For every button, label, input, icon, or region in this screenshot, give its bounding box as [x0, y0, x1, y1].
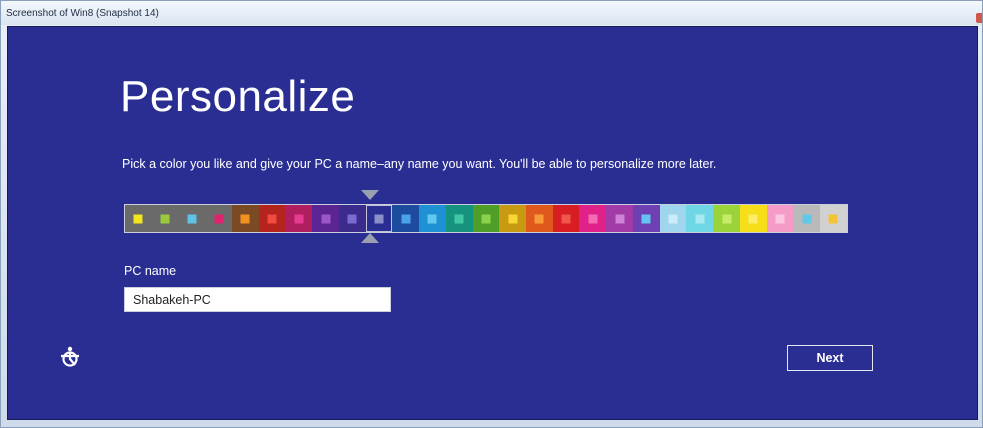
color-swatch[interactable]: [579, 205, 607, 232]
color-swatch-dot: [534, 214, 544, 223]
color-swatch[interactable]: [686, 205, 714, 232]
color-swatch-dot: [160, 214, 170, 223]
color-swatch-dot: [775, 214, 785, 223]
color-swatch-dot: [401, 214, 411, 223]
title-bar: Screenshot of Win8 (Snapshot 14): [1, 1, 982, 25]
pc-name-label: PC name: [124, 264, 177, 278]
window-title: Screenshot of Win8 (Snapshot 14): [6, 8, 159, 19]
color-swatch-dot: [321, 214, 330, 223]
color-swatch[interactable]: [419, 205, 446, 232]
color-swatch[interactable]: [552, 205, 580, 232]
color-swatch-dot: [133, 214, 143, 223]
color-swatch-dot: [454, 214, 464, 223]
color-swatch-dot: [722, 214, 732, 223]
color-swatch[interactable]: [793, 205, 821, 232]
pc-name-field[interactable]: [124, 287, 391, 312]
color-swatch[interactable]: [365, 205, 393, 232]
color-swatch[interactable]: [178, 205, 206, 232]
color-swatch[interactable]: [285, 205, 313, 232]
color-swatch-dot: [802, 214, 812, 223]
color-swatch-dot: [214, 214, 224, 223]
color-swatch-dot: [347, 214, 357, 223]
color-swatch-dot: [668, 214, 678, 223]
color-swatch[interactable]: [231, 205, 259, 232]
color-swatch[interactable]: [125, 205, 152, 232]
color-palette[interactable]: [124, 204, 848, 233]
color-swatch-dot: [695, 214, 705, 223]
color-swatch[interactable]: [205, 205, 232, 232]
color-swatch-dot: [828, 214, 838, 223]
color-swatch[interactable]: [739, 205, 767, 232]
color-swatch-dot: [427, 214, 437, 223]
close-icon[interactable]: [976, 13, 982, 23]
color-swatch-dot: [187, 214, 197, 223]
color-swatch[interactable]: [526, 205, 553, 232]
instruction-text: Pick a color you like and give your PC a…: [122, 157, 717, 171]
color-swatch[interactable]: [338, 205, 366, 232]
color-swatch[interactable]: [151, 205, 179, 232]
color-swatch[interactable]: [445, 205, 473, 232]
ease-of-access-icon[interactable]: [58, 345, 82, 369]
color-swatch[interactable]: [820, 205, 847, 232]
color-swatch-dot: [588, 214, 598, 223]
next-button[interactable]: Next: [787, 345, 873, 371]
color-swatch[interactable]: [632, 205, 660, 232]
color-swatch[interactable]: [499, 205, 527, 232]
color-swatch[interactable]: [392, 205, 420, 232]
color-swatch-dot: [294, 214, 304, 223]
color-swatch[interactable]: [766, 205, 794, 232]
color-swatch-dot: [641, 214, 651, 223]
color-swatch[interactable]: [258, 205, 286, 232]
color-swatch[interactable]: [472, 205, 500, 232]
color-swatch-dot: [267, 214, 277, 223]
color-swatch[interactable]: [606, 205, 633, 232]
page-title: Personalize: [120, 72, 356, 121]
color-swatch[interactable]: [312, 205, 339, 232]
setup-screen: Personalize Pick a color you like and gi…: [7, 26, 978, 420]
color-swatch-dot: [240, 214, 250, 223]
color-swatch-dot: [481, 214, 491, 223]
color-swatch[interactable]: [659, 205, 687, 232]
color-swatch-dot: [374, 214, 384, 223]
color-swatch-dot: [615, 214, 625, 223]
color-swatch-dot: [508, 214, 518, 223]
color-swatch[interactable]: [713, 205, 740, 232]
color-swatch-dot: [748, 214, 758, 223]
color-marker-bottom-icon: [361, 233, 379, 243]
vm-screenshot-window: Screenshot of Win8 (Snapshot 14) Persona…: [0, 0, 983, 428]
color-swatch-dot: [561, 214, 571, 223]
color-marker-top-icon: [361, 190, 379, 200]
